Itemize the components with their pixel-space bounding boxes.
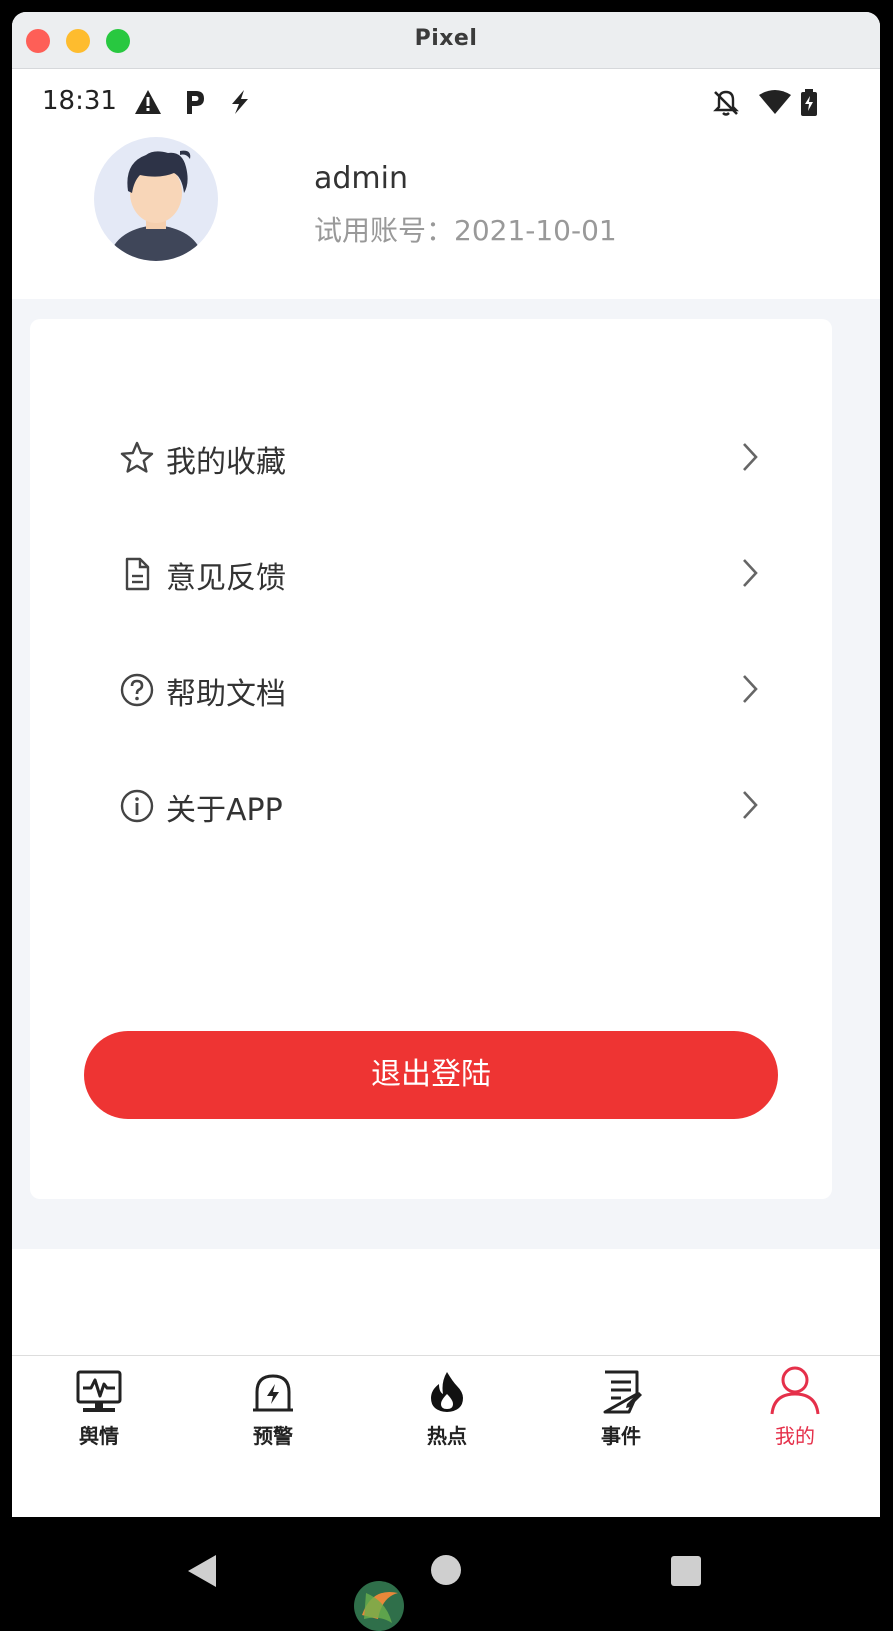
menu-item-favorites[interactable]: 我的收藏 (120, 427, 760, 487)
menu-item-help[interactable]: 帮助文档 (120, 659, 760, 719)
menu-label-favorites: 我的收藏 (166, 445, 286, 480)
wifi-icon (759, 90, 791, 114)
bell-off-icon (713, 90, 739, 116)
watermark-logo-icon (354, 1581, 404, 1631)
tab-event[interactable]: 事件 (534, 1356, 708, 1456)
fire-icon (431, 1372, 463, 1412)
profile-header: admin 试用账号：2021-10-01 (12, 125, 880, 311)
menu-label-about: 关于APP (166, 793, 283, 828)
star-icon (120, 441, 154, 473)
tab-label-alert: 预警 (253, 1424, 293, 1448)
tab-mine[interactable]: 我的 (708, 1356, 880, 1456)
trial-account-label: 试用账号：2021-10-01 (314, 214, 617, 247)
window-title: Pixel (414, 26, 478, 51)
help-icon (120, 673, 154, 707)
bolt-icon (232, 90, 248, 114)
username: admin (314, 161, 408, 196)
user-avatar-icon (108, 150, 204, 261)
tab-sentiment[interactable]: 舆情 (12, 1356, 186, 1456)
tab-label-hotspot: 热点 (427, 1424, 467, 1448)
status-time: 18:31 (42, 86, 117, 116)
menu-label-help: 帮助文档 (166, 677, 286, 712)
home-icon[interactable] (430, 1554, 462, 1586)
tab-alert[interactable]: 预警 (186, 1356, 360, 1456)
system-navigation-bar (0, 1517, 893, 1631)
document-icon (125, 557, 150, 591)
chevron-right-icon (743, 791, 758, 819)
warning-icon (135, 90, 161, 114)
parking-icon (187, 91, 204, 114)
event-icon (603, 1370, 642, 1414)
bottom-tab-bar: 舆情 预警 热点 事件 我的 (12, 1355, 880, 1457)
app-window: Pixel 18:31 admin 试用账号：2021-10-01 我的收藏 意… (12, 12, 880, 1517)
monitor-icon (76, 1370, 122, 1412)
back-icon[interactable] (186, 1553, 218, 1589)
tab-label-mine: 我的 (775, 1424, 815, 1448)
info-icon (120, 789, 154, 823)
alarm-icon (253, 1374, 293, 1412)
status-bar: 18:31 (12, 69, 880, 125)
person-icon (770, 1366, 820, 1415)
chevron-right-icon (743, 559, 758, 587)
window-titlebar: Pixel (12, 12, 880, 69)
chevron-right-icon (743, 675, 758, 703)
menu-card: 我的收藏 意见反馈 帮助文档 关于APP 退出登陆 (30, 319, 832, 1199)
menu-item-about[interactable]: 关于APP (120, 775, 760, 835)
tab-hotspot[interactable]: 热点 (360, 1356, 534, 1456)
chevron-right-icon (743, 443, 758, 471)
recents-icon[interactable] (670, 1555, 702, 1587)
tab-label-event: 事件 (601, 1424, 641, 1448)
menu-label-feedback: 意见反馈 (166, 561, 286, 596)
content-area: 我的收藏 意见反馈 帮助文档 关于APP 退出登陆 (12, 299, 880, 1249)
logout-button[interactable]: 退出登陆 (84, 1031, 778, 1119)
avatar[interactable] (94, 137, 218, 261)
tab-label-sentiment: 舆情 (79, 1424, 119, 1448)
menu-item-feedback[interactable]: 意见反馈 (120, 543, 760, 603)
battery-icon (801, 89, 817, 116)
